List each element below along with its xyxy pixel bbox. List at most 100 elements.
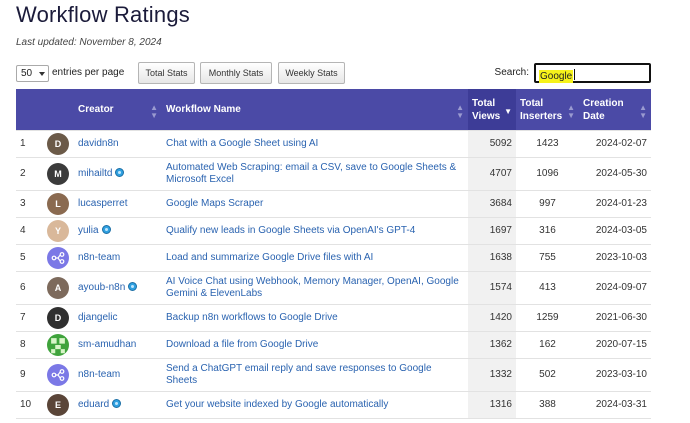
avatar-cell bbox=[42, 244, 74, 272]
table-row: 8 sm-amudhan Download a file from Google D… bbox=[16, 331, 651, 359]
avatar[interactable] bbox=[47, 364, 69, 386]
table-row: 3 Llucasperret Google Maps Scraper 3684 997 2… bbox=[16, 190, 651, 218]
avatar-cell: M bbox=[42, 157, 74, 191]
page-length-select[interactable]: 50 bbox=[16, 65, 49, 82]
creator-link[interactable]: yulia bbox=[78, 225, 99, 236]
sort-icon: ▲ ▼ bbox=[150, 103, 158, 120]
total-views-cell: 5092 bbox=[468, 130, 516, 158]
sort-descending-icon: ▼ bbox=[504, 107, 512, 116]
total-inserters-cell: 1259 bbox=[516, 304, 579, 332]
total-views-cell: 1332 bbox=[468, 358, 516, 392]
rank-cell: 6 bbox=[16, 271, 42, 305]
workflow-link[interactable]: Send a ChatGPT email reply and save resp… bbox=[166, 363, 432, 386]
table-row: 7 Ddjangelic Backup n8n workflows to Googl… bbox=[16, 304, 651, 332]
creator-cell: lucasperret bbox=[74, 190, 162, 218]
avatar[interactable]: M bbox=[47, 163, 69, 185]
page-title: Workflow Ratings bbox=[16, 2, 190, 27]
creator-link[interactable]: davidn8n bbox=[78, 138, 119, 149]
avatar-cell: A bbox=[42, 271, 74, 305]
workflow-link[interactable]: Automated Web Scraping: email a CSV, sav… bbox=[166, 162, 456, 185]
table-header-row: Creator ▲ ▼ Workflow Name ▲ ▼ Total Views … bbox=[16, 89, 651, 131]
workflow-name-cell: Qualify new leads in Google Sheets via O… bbox=[162, 217, 468, 245]
monthly-stats-button[interactable]: Monthly Stats bbox=[200, 62, 272, 84]
search-input[interactable]: Google bbox=[534, 63, 651, 83]
column-header-creator[interactable]: Creator ▲ ▼ bbox=[74, 89, 162, 131]
creator-link[interactable]: n8n-team bbox=[78, 252, 120, 263]
workflow-name-cell: AI Voice Chat using Webhook, Memory Mana… bbox=[162, 271, 468, 305]
last-updated-text: Last updated: November 8, 2024 bbox=[16, 37, 162, 48]
total-inserters-cell: 162 bbox=[516, 331, 579, 359]
workflow-link[interactable]: Backup n8n workflows to Google Drive bbox=[166, 312, 338, 323]
total-views-cell: 1697 bbox=[468, 217, 516, 245]
avatar[interactable] bbox=[47, 247, 69, 269]
creation-date-cell: 2023-10-03 bbox=[579, 244, 651, 272]
sort-icon: ▲ ▼ bbox=[639, 103, 647, 120]
workflow-name-cell: Send a ChatGPT email reply and save resp… bbox=[162, 358, 468, 392]
creator-link[interactable]: lucasperret bbox=[78, 198, 127, 209]
workflow-link[interactable]: AI Voice Chat using Webhook, Memory Mana… bbox=[166, 276, 459, 299]
verified-badge-icon bbox=[115, 168, 125, 177]
workflow-name-cell: Google Maps Scraper bbox=[162, 190, 468, 218]
creator-link[interactable]: ayoub-n8n bbox=[78, 282, 125, 293]
creator-cell: sm-amudhan bbox=[74, 331, 162, 359]
creator-cell: mihailtd bbox=[74, 157, 162, 191]
rank-cell: 5 bbox=[16, 244, 42, 272]
total-inserters-cell: 755 bbox=[516, 244, 579, 272]
table-body: 1 Ddavidn8n Chat with a Google Sheet using… bbox=[16, 130, 651, 419]
total-inserters-cell: 1423 bbox=[516, 130, 579, 158]
column-header-creation-date[interactable]: Creation Date ▲ ▼ bbox=[579, 89, 651, 131]
rank-cell: 9 bbox=[16, 358, 42, 392]
avatar-cell bbox=[42, 358, 74, 392]
avatar[interactable] bbox=[47, 334, 69, 356]
total-stats-button[interactable]: Total Stats bbox=[138, 62, 195, 84]
creation-date-cell: 2024-05-30 bbox=[579, 157, 651, 191]
workflow-name-cell: Automated Web Scraping: email a CSV, sav… bbox=[162, 157, 468, 191]
avatar-cell: Y bbox=[42, 217, 74, 245]
avatar-cell: D bbox=[42, 130, 74, 158]
creation-date-cell: 2024-02-07 bbox=[579, 130, 651, 158]
total-inserters-cell: 502 bbox=[516, 358, 579, 392]
creator-link[interactable]: sm-amudhan bbox=[78, 339, 136, 350]
avatar[interactable]: A bbox=[47, 277, 69, 299]
rank-cell: 10 bbox=[16, 391, 42, 419]
rank-cell: 3 bbox=[16, 190, 42, 218]
total-views-cell: 1420 bbox=[468, 304, 516, 332]
avatar[interactable]: D bbox=[47, 133, 69, 155]
column-header-total-views[interactable]: Total Views ▼ bbox=[468, 89, 516, 131]
workflow-link[interactable]: Qualify new leads in Google Sheets via O… bbox=[166, 225, 415, 236]
creator-link[interactable]: mihailtd bbox=[78, 168, 112, 179]
page-length-value: 50 bbox=[21, 68, 33, 79]
rank-cell: 8 bbox=[16, 331, 42, 359]
views-header-label: Total Views bbox=[472, 97, 501, 122]
column-header-avatar bbox=[42, 89, 74, 131]
text-cursor bbox=[574, 69, 576, 80]
total-inserters-cell: 413 bbox=[516, 271, 579, 305]
workflow-link[interactable]: Download a file from Google Drive bbox=[166, 339, 318, 350]
verified-badge-icon bbox=[101, 225, 111, 234]
table-row: 1 Ddavidn8n Chat with a Google Sheet using… bbox=[16, 130, 651, 158]
column-header-total-inserters[interactable]: Total Inserters ▲ ▼ bbox=[516, 89, 579, 131]
creator-link[interactable]: eduard bbox=[78, 399, 109, 410]
column-header-workflow-name[interactable]: Workflow Name ▲ ▼ bbox=[162, 89, 468, 131]
verified-badge-icon bbox=[112, 399, 122, 408]
total-views-cell: 1316 bbox=[468, 391, 516, 419]
workflow-link[interactable]: Get your website indexed by Google autom… bbox=[166, 399, 388, 410]
workflow-name-cell: Chat with a Google Sheet using AI bbox=[162, 130, 468, 158]
creator-header-label: Creator bbox=[78, 104, 114, 115]
table-row: 4 Yyulia Qualify new leads in Google Sheet… bbox=[16, 217, 651, 245]
sort-icon: ▲ ▼ bbox=[567, 103, 575, 120]
creation-date-cell: 2023-03-10 bbox=[579, 358, 651, 392]
creator-link[interactable]: n8n-team bbox=[78, 369, 120, 380]
total-inserters-cell: 1096 bbox=[516, 157, 579, 191]
creator-link[interactable]: djangelic bbox=[78, 312, 117, 323]
weekly-stats-button[interactable]: Weekly Stats bbox=[278, 62, 345, 84]
avatar-cell bbox=[42, 331, 74, 359]
avatar[interactable]: E bbox=[47, 394, 69, 416]
workflow-link[interactable]: Google Maps Scraper bbox=[166, 198, 263, 209]
avatar[interactable]: L bbox=[47, 193, 69, 215]
workflow-name-cell: Get your website indexed by Google autom… bbox=[162, 391, 468, 419]
avatar[interactable]: D bbox=[47, 307, 69, 329]
workflow-link[interactable]: Load and summarize Google Drive files wi… bbox=[166, 252, 373, 263]
workflow-link[interactable]: Chat with a Google Sheet using AI bbox=[166, 138, 318, 149]
avatar[interactable]: Y bbox=[47, 220, 69, 242]
